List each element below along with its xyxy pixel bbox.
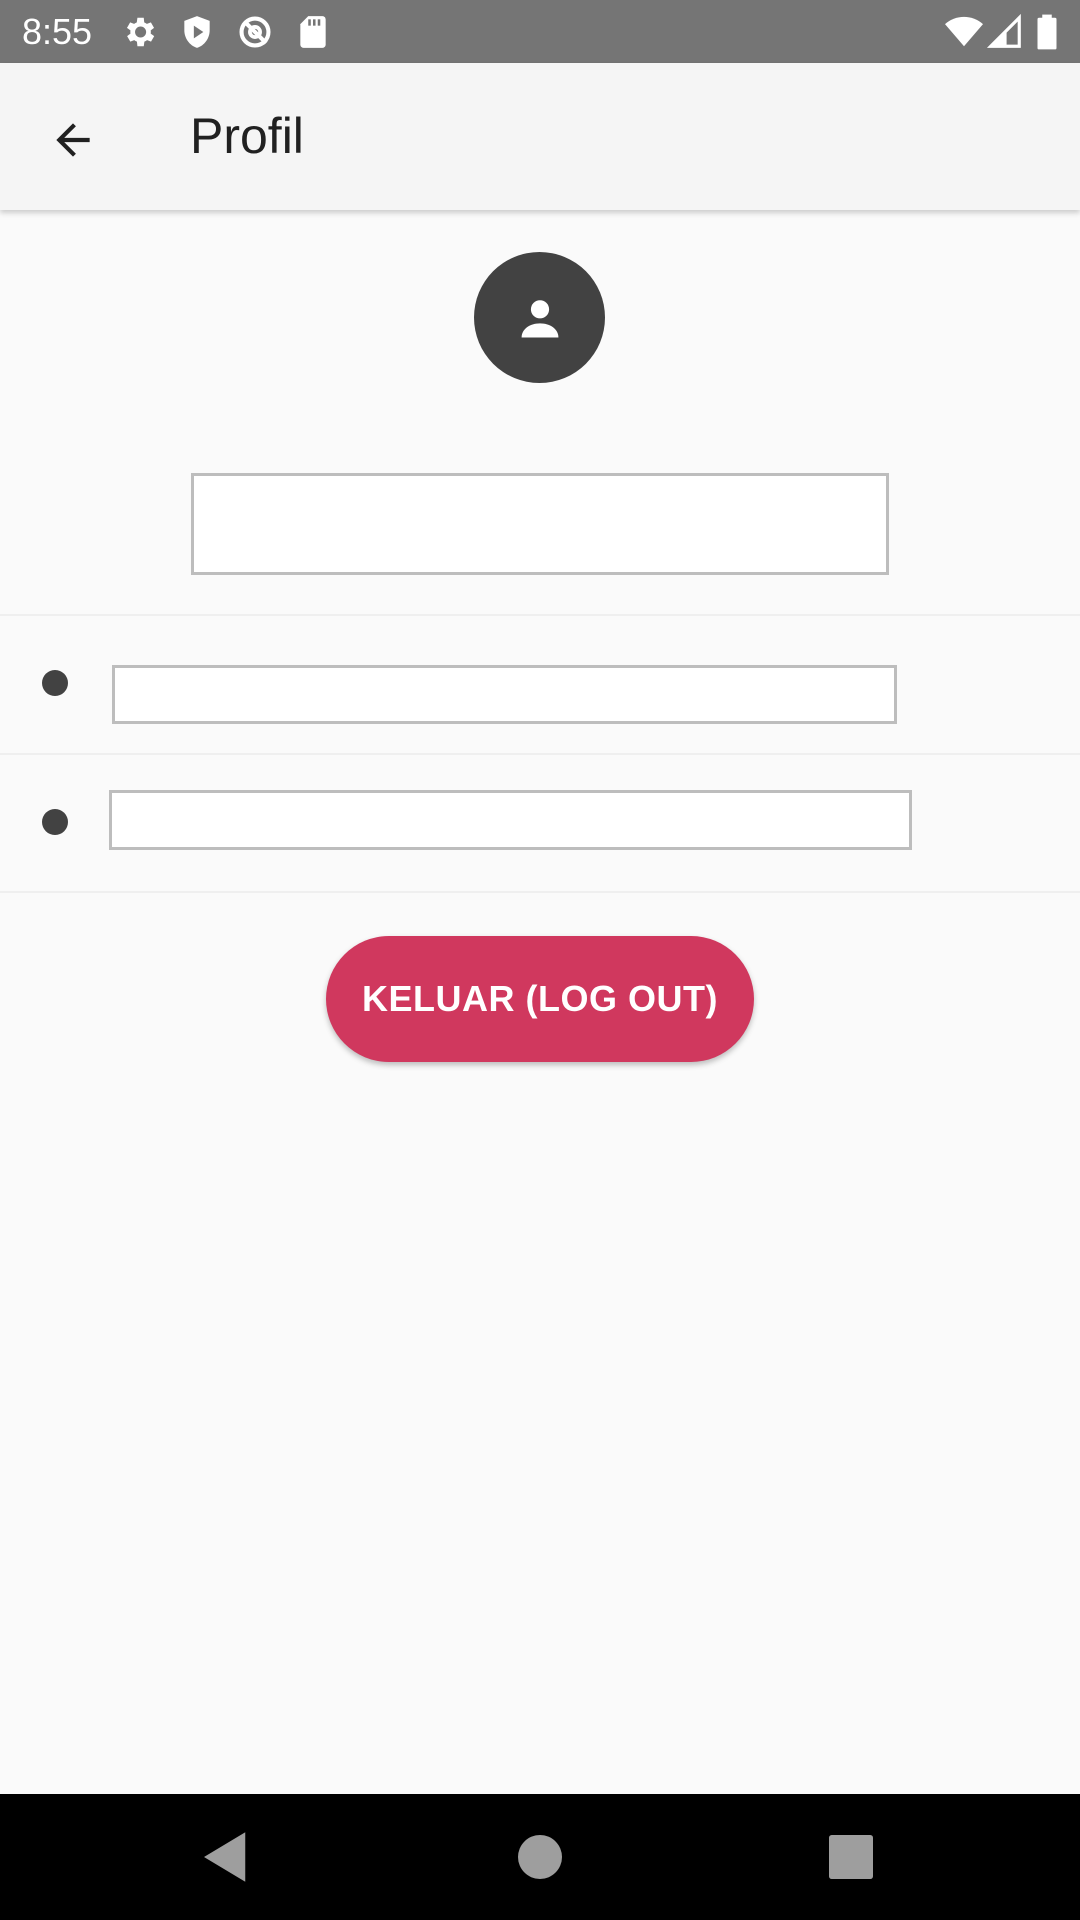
- page-title: Profil: [190, 108, 304, 164]
- gear-icon: [126, 17, 155, 47]
- divider: [0, 891, 1080, 893]
- person-icon: [521, 299, 558, 337]
- divider: [0, 614, 1080, 616]
- wifi-icon: [945, 16, 983, 47]
- status-time: 8:55: [22, 11, 93, 52]
- name-field[interactable]: [191, 473, 889, 575]
- system-nav-bar: [0, 1794, 1080, 1920]
- sd-card-icon: [300, 16, 326, 48]
- no-sync-icon: [239, 16, 271, 48]
- shield-play-icon: [184, 16, 210, 48]
- profile-field-2[interactable]: [109, 790, 912, 850]
- arrow-back-icon: [56, 123, 90, 157]
- profile-row-2: [0, 755, 1080, 889]
- home-circle-icon[interactable]: [507, 1824, 573, 1890]
- logout-button[interactable]: KELUAR (LOG OUT): [326, 936, 754, 1062]
- back-triangle-icon[interactable]: [193, 1824, 259, 1890]
- recents-square-icon[interactable]: [818, 1824, 884, 1890]
- bullet-icon: [42, 809, 68, 835]
- profile-row-1: [0, 617, 1080, 751]
- avatar: [474, 252, 605, 383]
- status-bar: 8:55: [0, 0, 1080, 63]
- back-button[interactable]: [36, 103, 110, 177]
- battery-icon: [1037, 14, 1057, 50]
- app-bar: Profil: [0, 63, 1080, 210]
- bullet-icon: [42, 670, 68, 696]
- profile-field-1[interactable]: [112, 665, 897, 724]
- signal-icon: [986, 13, 1021, 48]
